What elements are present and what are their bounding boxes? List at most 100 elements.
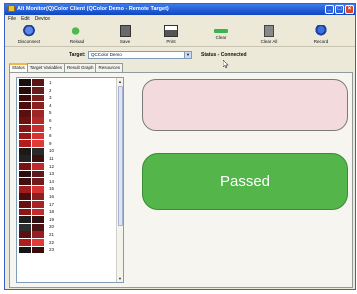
connection-status: Status - Connected xyxy=(201,52,247,58)
color-swatch-dark xyxy=(19,223,31,231)
passed-indicator: Passed xyxy=(142,153,348,210)
maximize-button[interactable]: □ xyxy=(335,5,344,14)
swatch-index: 4 xyxy=(49,102,52,108)
tab-resources[interactable]: Resources xyxy=(95,63,123,72)
color-swatch-dark xyxy=(19,79,31,87)
color-swatch-light xyxy=(32,132,44,140)
status-panel: 1 2 3 4 5 6 7 8 9 10 11 12 13 14 15 16 17 18 19 20 21 22 23 ▲ … xyxy=(9,72,353,288)
swatch-index: 9 xyxy=(49,140,52,146)
list-item[interactable]: 20 xyxy=(18,223,114,231)
menu-file[interactable]: File xyxy=(8,16,16,22)
swatch-index: 2 xyxy=(49,87,52,93)
clear-button[interactable]: Clear xyxy=(201,24,241,46)
color-swatch-dark xyxy=(19,109,31,117)
color-swatch-light xyxy=(32,147,44,155)
reload-icon xyxy=(70,25,84,37)
scroll-down-icon[interactable]: ▼ xyxy=(117,275,123,282)
list-item[interactable]: 11 xyxy=(18,155,114,163)
color-swatch-light xyxy=(32,170,44,178)
swatch-index: 17 xyxy=(49,201,55,207)
clear-icon xyxy=(214,29,228,33)
color-swatch-dark xyxy=(19,200,31,208)
list-item[interactable]: 16 xyxy=(18,193,114,201)
list-item[interactable]: 2 xyxy=(18,86,114,95)
list-item[interactable]: 15 xyxy=(18,185,114,193)
color-swatch-light xyxy=(32,200,44,208)
clear-all-label: Clear All xyxy=(260,39,278,44)
list-item[interactable]: 9 xyxy=(18,140,114,148)
swatch-index: 3 xyxy=(49,95,52,101)
toolbar: Disconnect Reload Save Print Clear Clear… xyxy=(5,23,355,47)
reload-button[interactable]: Reload xyxy=(57,24,97,46)
color-swatch-dark xyxy=(19,132,31,140)
color-swatch-light xyxy=(32,231,44,239)
title-bar[interactable]: Alt Monitor(Q)Color Client (QColor Demo … xyxy=(5,4,355,15)
menu-bar: File Edit Device xyxy=(5,15,355,23)
list-item[interactable]: 3 xyxy=(18,94,114,102)
disconnect-button[interactable]: Disconnect xyxy=(9,24,49,46)
color-swatch-light xyxy=(32,109,44,117)
chevron-down-icon[interactable]: ▼ xyxy=(184,52,191,58)
color-swatch-dark xyxy=(19,94,31,102)
swatch-index: 5 xyxy=(49,110,52,116)
list-item[interactable]: 18 xyxy=(18,208,114,216)
target-dropdown[interactable]: QCColor Demo ▼ xyxy=(88,51,192,59)
color-swatch-light xyxy=(32,162,44,170)
app-window: Alt Monitor(Q)Color Client (QColor Demo … xyxy=(4,3,356,290)
tab-result-graph[interactable]: Result Graph xyxy=(63,63,97,72)
list-item[interactable]: 17 xyxy=(18,200,114,209)
color-swatch-dark xyxy=(19,147,31,155)
target-value: QCColor Demo xyxy=(91,52,122,57)
tab-target-variables[interactable]: Target Variables xyxy=(26,63,65,72)
pending-indicator xyxy=(142,79,348,131)
vertical-scrollbar[interactable]: ▲ ▼ xyxy=(116,78,123,282)
tab-status[interactable]: Status xyxy=(9,63,28,72)
record-label: Record xyxy=(313,39,329,44)
color-swatch-light xyxy=(32,94,44,102)
list-item[interactable]: 22 xyxy=(18,238,114,247)
clear-all-button[interactable]: Clear All xyxy=(249,24,289,46)
color-swatch-dark xyxy=(19,193,31,201)
color-swatch-light xyxy=(32,208,44,216)
color-swatch-light xyxy=(32,238,44,246)
window-controls: _ □ × xyxy=(324,5,354,14)
color-swatch-light xyxy=(32,155,44,163)
list-item[interactable]: 14 xyxy=(18,178,114,186)
swatch-index: 6 xyxy=(49,118,52,123)
record-button[interactable]: Record xyxy=(301,24,341,46)
list-item[interactable]: 12 xyxy=(18,162,114,171)
scroll-up-icon[interactable]: ▲ xyxy=(117,78,123,85)
save-button[interactable]: Save xyxy=(105,24,145,46)
menu-device[interactable]: Device xyxy=(35,16,50,22)
menu-edit[interactable]: Edit xyxy=(21,16,30,22)
list-item[interactable]: 10 xyxy=(18,147,114,155)
color-swatch-dark xyxy=(19,170,31,178)
list-item[interactable]: 8 xyxy=(18,132,114,140)
print-label: Print xyxy=(166,39,176,44)
swatch-index: 12 xyxy=(49,163,55,169)
swatch-index: 19 xyxy=(49,216,55,222)
list-item[interactable]: 1 xyxy=(18,79,114,87)
color-swatch-list[interactable]: 1 2 3 4 5 6 7 8 9 10 11 12 13 14 15 16 17 18 19 20 21 22 23 ▲ … xyxy=(16,77,124,283)
list-item[interactable]: 23 xyxy=(18,246,114,254)
list-item[interactable]: 19 xyxy=(18,216,114,224)
list-item[interactable]: 21 xyxy=(18,231,114,239)
target-label: Target: xyxy=(69,52,86,58)
minimize-button[interactable]: _ xyxy=(325,5,334,14)
color-swatch-dark xyxy=(19,246,31,254)
list-item[interactable]: 6 xyxy=(18,117,114,125)
color-swatch-light xyxy=(32,102,44,109)
color-swatch-dark xyxy=(19,185,31,193)
swatch-index: 10 xyxy=(49,148,55,154)
color-swatch-light xyxy=(32,79,44,87)
print-button[interactable]: Print xyxy=(151,24,191,46)
color-swatch-dark xyxy=(19,238,31,246)
swatch-index: 13 xyxy=(49,171,55,177)
list-item[interactable]: 5 xyxy=(18,109,114,117)
list-item[interactable]: 13 xyxy=(18,170,114,178)
list-item[interactable]: 4 xyxy=(18,102,114,110)
list-item[interactable]: 7 xyxy=(18,124,114,133)
clear-all-icon xyxy=(264,25,274,37)
scroll-thumb[interactable] xyxy=(117,86,123,226)
close-button[interactable]: × xyxy=(345,5,354,14)
